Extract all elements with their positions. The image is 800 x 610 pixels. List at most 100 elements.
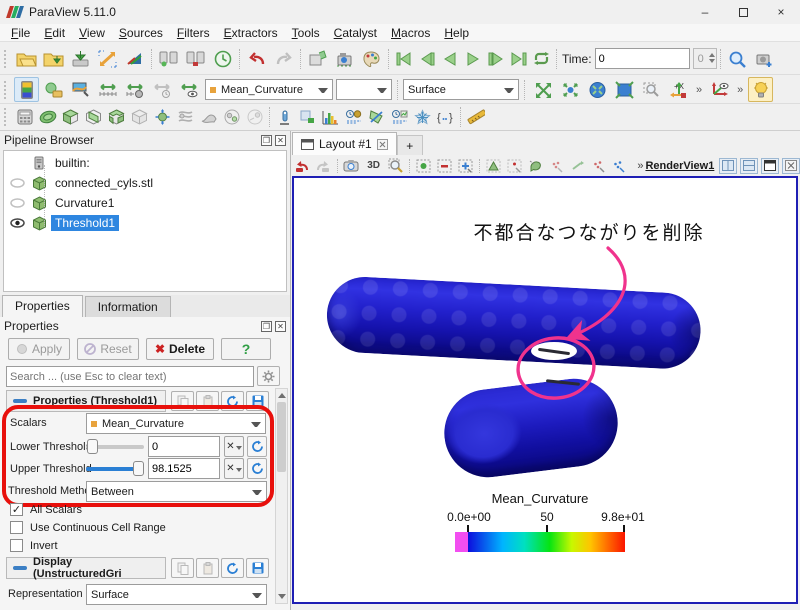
camera-orientation-icon[interactable] (707, 77, 732, 102)
rescale-custom-range-icon[interactable] (122, 77, 147, 102)
zoom-to-box-icon[interactable] (639, 77, 664, 102)
colormap-icon[interactable] (14, 77, 39, 102)
stream-tracer-icon[interactable] (175, 107, 196, 128)
view-toolbar-overflow[interactable]: » (637, 160, 643, 172)
render-view[interactable]: 不都合なつながりを削除 Mean_Curvature 0.0e+00 50 9.… (292, 176, 798, 604)
slice-filter-icon[interactable] (83, 107, 104, 128)
reset-button[interactable]: Reset (77, 338, 139, 360)
color-palette-icon[interactable] (359, 46, 384, 71)
menu-file[interactable]: File (4, 25, 37, 41)
all-scalars-checkbox[interactable]: ✓All Scalars (10, 503, 82, 516)
zoom-to-data-icon[interactable] (558, 77, 583, 102)
paste-properties-icon[interactable] (196, 391, 219, 411)
upper-threshold-slider[interactable] (86, 460, 144, 477)
extract-cells-icon[interactable] (129, 107, 150, 128)
source-camera-icon[interactable] (305, 46, 330, 71)
color-array-dropdown[interactable]: Mean_Curvature (205, 79, 333, 100)
plot-over-line-icon[interactable] (366, 107, 387, 128)
minimize-button[interactable]: – (686, 0, 724, 24)
loop-icon[interactable] (531, 48, 552, 69)
glyph-filter-icon[interactable] (152, 107, 173, 128)
probe-location-icon[interactable] (274, 107, 295, 128)
temporal-statistics-icon[interactable] (343, 107, 364, 128)
extract-block-icon[interactable] (244, 107, 265, 128)
rescale-custom-icon[interactable] (68, 77, 93, 102)
zoom-lens-icon[interactable] (725, 46, 750, 71)
select-points-rectangle-icon[interactable] (435, 157, 454, 175)
representation-value-dropdown[interactable]: Surface (86, 584, 267, 605)
contour-filter-icon[interactable] (37, 107, 58, 128)
close-view-icon[interactable] (782, 158, 800, 174)
connect-server-icon[interactable] (156, 46, 181, 71)
tab-properties[interactable]: Properties (2, 295, 83, 317)
maximize-view-icon[interactable] (761, 158, 779, 174)
plot-over-time-icon[interactable] (389, 107, 410, 128)
reset-camera-icon[interactable] (531, 77, 556, 102)
undo-icon[interactable] (244, 46, 269, 71)
clear-upper-icon[interactable]: ✕ (224, 458, 244, 479)
copy-properties-icon[interactable] (171, 391, 194, 411)
toolbar-grip[interactable] (4, 50, 10, 68)
zoom-selection-icon[interactable] (387, 157, 406, 175)
reset-defaults-icon[interactable] (221, 391, 244, 411)
paste-display-icon[interactable] (196, 558, 219, 578)
layout-tab[interactable]: Layout #1 (292, 132, 397, 155)
play-icon[interactable] (462, 48, 483, 69)
select-cells-rectangle-icon[interactable] (414, 157, 433, 175)
maximize-button[interactable] (724, 0, 762, 24)
menu-catalyst[interactable]: Catalyst (327, 25, 384, 41)
help-button[interactable]: ? (221, 338, 271, 360)
light-bulb-icon[interactable] (748, 77, 773, 102)
disconnect-server-icon[interactable] (183, 46, 208, 71)
close-panel-icon[interactable]: ✕ (275, 321, 286, 332)
save-defaults-icon[interactable] (246, 391, 269, 411)
last-frame-icon[interactable] (508, 48, 529, 69)
toggle-3d-button[interactable]: 3D (363, 157, 385, 175)
invert-checkbox[interactable]: Invert (10, 539, 58, 552)
hover-points-icon[interactable] (609, 157, 628, 175)
menu-filters[interactable]: Filters (170, 25, 217, 41)
select-frustum-cells-icon[interactable] (484, 157, 503, 175)
lower-threshold-input[interactable] (148, 436, 220, 457)
play-backward-icon[interactable] (439, 48, 460, 69)
load-palette-icon[interactable] (122, 46, 147, 71)
add-camera-link-icon[interactable] (752, 46, 777, 71)
representation-dropdown[interactable]: Surface (403, 79, 519, 100)
save-data-folder-icon[interactable] (41, 46, 66, 71)
interactive-select-points-icon[interactable] (568, 157, 587, 175)
copy-display-icon[interactable] (171, 558, 194, 578)
histogram-icon[interactable] (320, 107, 341, 128)
colorbar[interactable] (455, 532, 625, 552)
toolbar-overflow-2[interactable]: » (737, 84, 743, 96)
reset-lower-icon[interactable] (247, 436, 267, 457)
previous-frame-icon[interactable] (416, 48, 437, 69)
edit-colormap-icon[interactable] (41, 77, 66, 102)
scalars-dropdown[interactable]: Mean_Curvature (86, 413, 266, 434)
next-frame-icon[interactable] (485, 48, 506, 69)
group-datasets-icon[interactable] (221, 107, 242, 128)
interactive-select-cells-icon[interactable] (547, 157, 566, 175)
tab-information[interactable]: Information (85, 296, 171, 317)
python-calculator-icon[interactable]: {} (435, 107, 456, 128)
resize-fullscreen-icon[interactable] (95, 46, 120, 71)
toolbar-overflow[interactable]: » (696, 84, 702, 96)
menu-help[interactable]: Help (437, 25, 476, 41)
menu-sources[interactable]: Sources (112, 25, 170, 41)
undock-icon[interactable]: ❐ (261, 135, 272, 146)
properties-scrollbar[interactable] (275, 388, 288, 604)
display-section-header[interactable]: Display (UnstructuredGri (6, 557, 166, 579)
calculator-icon[interactable] (14, 107, 35, 128)
ruler-icon[interactable] (465, 107, 486, 128)
warp-filter-icon[interactable] (198, 107, 219, 128)
rescale-data-range-icon[interactable] (95, 77, 120, 102)
pipeline-item-threshold1[interactable]: Threshold1 (4, 213, 286, 233)
new-layout-tab[interactable]: + (397, 135, 423, 155)
camera-redo-icon[interactable] (314, 157, 333, 175)
extract-selection-icon[interactable] (297, 107, 318, 128)
history-icon[interactable] (210, 46, 235, 71)
hover-cells-icon[interactable] (589, 157, 608, 175)
properties-section-header[interactable]: Properties (Threshold1) (6, 390, 166, 412)
visibility-off-icon[interactable] (10, 177, 25, 189)
select-blocks-icon[interactable] (526, 157, 545, 175)
menu-tools[interactable]: Tools (285, 25, 327, 41)
